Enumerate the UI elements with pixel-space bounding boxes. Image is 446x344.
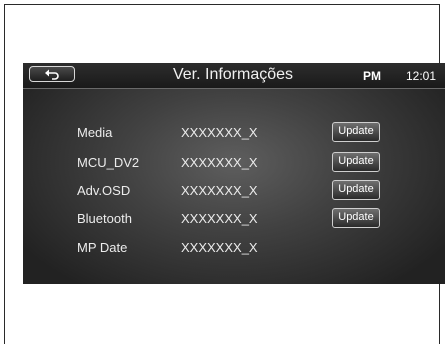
clock: 12:01 bbox=[406, 69, 437, 83]
row-label: MP Date bbox=[77, 240, 128, 255]
display-screen: Ver. Informações PM 12:01 Media XXXXXXX_… bbox=[23, 63, 445, 284]
info-row-mcu: MCU_DV2 XXXXXXX_X Update bbox=[23, 152, 445, 174]
update-button-media[interactable]: Update bbox=[332, 122, 380, 142]
row-label: Bluetooth bbox=[77, 211, 132, 226]
row-label: Media bbox=[77, 125, 113, 140]
row-label: MCU_DV2 bbox=[77, 155, 140, 170]
info-row-advosd: Adv.OSD XXXXXXX_X Update bbox=[23, 180, 445, 202]
info-row-mpdate: MP Date XXXXXXX_X bbox=[23, 237, 445, 259]
row-label: Adv.OSD bbox=[77, 183, 131, 198]
row-value: XXXXXXX_X bbox=[181, 240, 258, 255]
ampm-indicator: PM bbox=[363, 69, 381, 83]
update-button-bluetooth[interactable]: Update bbox=[332, 208, 380, 228]
info-row-bluetooth: Bluetooth XXXXXXX_X Update bbox=[23, 208, 445, 230]
update-button-mcu[interactable]: Update bbox=[332, 152, 380, 172]
row-value: XXXXXXX_X bbox=[181, 211, 258, 226]
page-title: Ver. Informações bbox=[172, 66, 294, 83]
row-value: XXXXXXX_X bbox=[181, 155, 258, 170]
info-row-media: Media XXXXXXX_X Update bbox=[23, 122, 445, 144]
back-button[interactable] bbox=[29, 66, 75, 82]
row-value: XXXXXXX_X bbox=[181, 183, 258, 198]
row-value: XXXXXXX_X bbox=[181, 125, 258, 140]
update-button-advosd[interactable]: Update bbox=[332, 180, 380, 200]
header-bar: Ver. Informações PM 12:01 bbox=[23, 63, 445, 89]
back-arrow-icon bbox=[45, 69, 59, 80]
